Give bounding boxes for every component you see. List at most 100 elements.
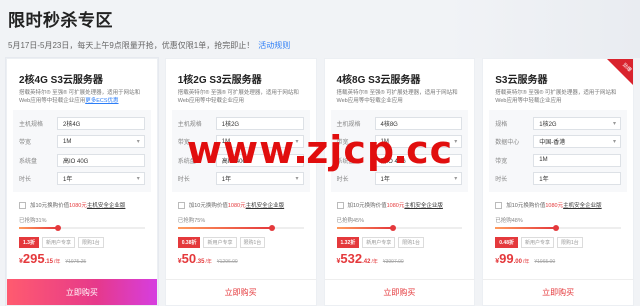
spec-row: 系统盘 高IO 40G — [331, 151, 469, 170]
tag-row: 0.48折 新用户专享 限购1台 — [483, 229, 633, 248]
addon-product-link[interactable]: 主机安全企业版 — [404, 201, 443, 209]
spec-label: 带宽 — [19, 140, 32, 147]
original-price: ¥1296.00 — [216, 259, 238, 265]
spec-select[interactable]: 中国-香港 ▾ — [533, 135, 621, 149]
condition-tag: 限购1台 — [77, 237, 104, 248]
spec-row: 时长 1年 — [489, 170, 627, 189]
sold-progress-fill — [495, 227, 556, 229]
addon-product-link[interactable]: 主机安全企业版 — [563, 201, 602, 209]
activity-subtitle: 5月17日-5月23日，每天上午9点限量开抢，优惠仅限1单，抢完即止！ 活动规则 — [8, 40, 632, 51]
addon-checkbox[interactable] — [495, 201, 503, 209]
tag-row: 1.32折 新用户专享 限购1台 — [325, 229, 475, 248]
addon-checkbox[interactable] — [177, 201, 185, 209]
discount-badge: 0.48折 — [495, 237, 518, 248]
discount-badge: 1.32折 — [336, 237, 360, 248]
discount-badge: 1.3折 — [19, 237, 39, 248]
spec-row: 时长 1年 ▾ — [172, 170, 310, 189]
spec-label: 主机规格 — [177, 121, 202, 128]
spec-row: 主机规格 1核2G — [172, 114, 310, 133]
sold-progress-fill — [19, 227, 58, 229]
spec-value-text: 高IO 40G — [380, 158, 406, 165]
sold-progress-fill — [336, 227, 394, 229]
spec-select[interactable]: 1M ▾ — [215, 135, 304, 149]
price: ¥532.42/年 ¥3997.00 — [325, 248, 475, 266]
addon-promo: 加10元换购价值 1080元 主机安全企业版 — [325, 192, 475, 209]
condition-tag: 新用户专享 — [41, 237, 75, 248]
spec-value: 2核4G — [57, 116, 145, 130]
addon-product-link[interactable]: 主机安全企业版 — [246, 201, 285, 209]
spec-value: 1核2G — [215, 116, 304, 130]
activity-dates: 5月17日-5月23日，每天上午9点限量开抢，优惠仅限1单，抢完即止！ — [8, 41, 255, 50]
spec-row: 系统盘 高IO 40G — [13, 151, 151, 170]
more-ecs-offers-link[interactable]: 更多ECS优惠 — [85, 98, 118, 104]
addon-text: 加10元换购价值 — [188, 203, 228, 209]
spec-select[interactable]: 1年 ▾ — [57, 172, 145, 186]
spec-value-text: 中国-香港 — [539, 140, 566, 147]
card-title: 1核2G S3云服务器 — [177, 75, 262, 86]
spec-select[interactable]: 1年 ▾ — [215, 172, 304, 186]
price-integer: 50 — [181, 251, 197, 266]
spec-value-text: 高IO 40G — [63, 158, 89, 165]
original-price: ¥3997.00 — [382, 259, 404, 265]
spec-select[interactable]: 1M ▾ — [57, 135, 145, 149]
price-decimal: .35 — [196, 259, 205, 265]
activity-rules-link[interactable]: 活动规则 — [258, 41, 290, 50]
spec-value-text: 1年 — [380, 177, 390, 184]
spec-label: 数据中心 — [495, 140, 520, 147]
addon-checkbox[interactable] — [19, 201, 26, 209]
addon-product-link[interactable]: 主机安全企业版 — [87, 201, 126, 209]
spec-value-text: 1M — [380, 138, 389, 145]
price-integer: 295 — [22, 251, 45, 266]
sold-progress-fill — [177, 227, 273, 229]
original-price: ¥1965.00 — [534, 259, 556, 265]
spec-select[interactable]: 1M ▾ — [374, 135, 463, 149]
spec-value: 1M — [533, 153, 621, 167]
addon-amount: 1080元 — [227, 203, 246, 209]
tag-row: 0.38折 新用户专享 限购1台 — [166, 229, 316, 248]
addon-amount: 1080元 — [386, 203, 405, 209]
spec-value-text: 1M — [221, 138, 231, 145]
price-unit: /年 — [522, 259, 530, 265]
condition-tag: 限购1台 — [239, 237, 266, 248]
sold-progress-label: 已抢购45% — [336, 218, 365, 224]
addon-checkbox[interactable] — [336, 201, 344, 209]
spec-row: 主机规格 4核8G — [331, 114, 469, 133]
spec-value-text: 1年 — [63, 177, 73, 184]
condition-tag: 限购1台 — [398, 237, 425, 248]
price-unit: /年 — [53, 259, 61, 265]
spec-select[interactable]: 1核2G ▾ — [533, 116, 621, 130]
addon-promo: 加10元换购价值 1080元 主机安全企业版 — [166, 192, 316, 209]
spec-label: 规格 — [495, 121, 508, 128]
buy-now-button[interactable]: 立即购买 — [7, 279, 157, 305]
spec-label: 时长 — [336, 177, 349, 184]
spec-label: 带宽 — [336, 140, 349, 147]
spec-label: 系统盘 — [336, 158, 355, 165]
spec-value-text: 4核8G — [380, 121, 398, 128]
buy-now-button[interactable]: 立即购买 — [483, 279, 633, 305]
card-desc-text: 搭载英特尔® 至强® 可扩展处理器，适用于网站和Web应用等中轻载企业应用 — [19, 90, 141, 104]
spec-value: 高IO 40G — [57, 153, 145, 167]
price-unit: /年 — [205, 259, 212, 265]
spec-row: 带宽 1M ▾ — [331, 133, 469, 152]
ribbon-label: 劲爆 — [620, 62, 633, 74]
card-description: 搭载英特尔® 至强® 可扩展处理器，适用于网站和Web应用等中轻载企业应用 — [166, 86, 316, 110]
sold-progress-handle — [54, 225, 61, 231]
chevron-down-icon: ▾ — [295, 176, 299, 183]
spec-label: 带宽 — [177, 140, 190, 147]
spec-label: 主机规格 — [19, 121, 44, 128]
spec-row: 主机规格 2核4G — [13, 114, 151, 133]
spec-select[interactable]: 1年 ▾ — [374, 172, 463, 186]
buy-now-button[interactable]: 立即购买 — [165, 279, 316, 305]
card-description: 搭载英特尔® 至强® 可扩展处理器，适用于网站和Web应用等中轻载企业应用更多E… — [7, 86, 157, 110]
product-card: 4核8G S3云服务器 搭载英特尔® 至强® 可扩展处理器，适用于网站和Web应用… — [323, 58, 476, 306]
spec-list: 主机规格 1核2G 带宽 1M ▾ 系统盘 高IO 40G 时长 1年 ▾ — [171, 110, 310, 192]
spec-value: 4核8G — [374, 116, 463, 130]
spec-value: 高IO 40G — [374, 153, 463, 167]
sold-progress-bar — [336, 225, 463, 231]
buy-now-button[interactable]: 立即购买 — [324, 279, 475, 305]
condition-tag: 新用户专享 — [520, 237, 554, 248]
chevron-down-icon: ▾ — [454, 139, 458, 146]
price: ¥50.35/年 ¥1296.00 — [166, 248, 316, 266]
addon-text: 加10元换购价值 — [30, 203, 70, 209]
spec-row: 带宽 1M ▾ — [13, 133, 151, 152]
